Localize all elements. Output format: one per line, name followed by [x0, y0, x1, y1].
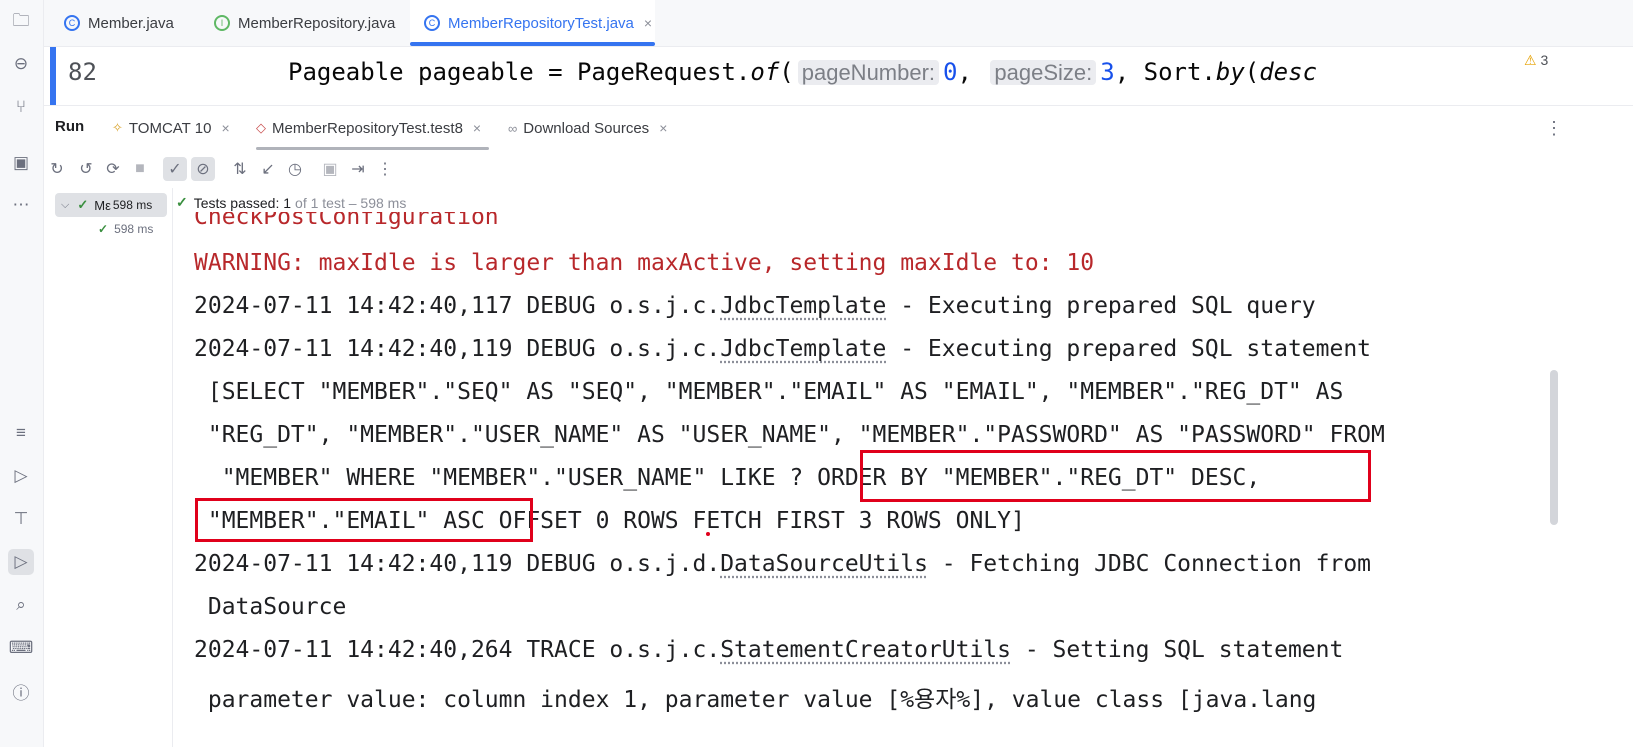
test-tree-child[interactable]: ✓ 598 ms	[98, 222, 153, 236]
console-line: [SELECT "MEMBER"."SEQ" AS "SEQ", "MEMBER…	[194, 379, 1344, 405]
console-line: 2024-07-11 14:42:40,117 DEBUG o.s.j.c.Jd…	[194, 293, 1316, 319]
console-line: DataSource	[194, 594, 347, 620]
history-icon[interactable]: ◷	[283, 157, 307, 181]
export-icon[interactable]: ⇥	[346, 157, 370, 181]
chevron-down-icon[interactable]: ⌵	[61, 199, 69, 212]
run-tab-label: Download Sources	[523, 119, 650, 137]
console-line: "REG_DT", "MEMBER"."USER_NAME" AS "USER_…	[194, 422, 1385, 448]
collapse-all-icon[interactable]: ↙	[256, 157, 280, 181]
code-line[interactable]: Pageable pageable = PageRequest.of(pageN…	[288, 58, 1317, 86]
services-icon[interactable]: ▷	[10, 465, 32, 487]
console-scrollbar[interactable]	[1550, 370, 1558, 525]
console-line: parameter value: column index 1, paramet…	[194, 687, 1317, 713]
class-link[interactable]: JdbcTemplate	[720, 293, 886, 319]
tab-member-repository-java[interactable]: I MemberRepository.java	[206, 0, 403, 46]
annotation-box-email-asc	[195, 498, 533, 542]
inlay-hint-page-size: pageSize:	[990, 60, 1097, 85]
annotation-box-order-by	[860, 450, 1371, 502]
rerun-icon[interactable]: ↻	[45, 157, 69, 181]
more-options-icon[interactable]: ⋮	[1545, 118, 1563, 139]
sort-icon[interactable]: ⇅	[228, 157, 252, 181]
search-icon[interactable]: ⌕	[10, 594, 32, 616]
commit-icon[interactable]: ⊖	[10, 53, 32, 75]
passed-check-icon: ✓	[98, 222, 109, 236]
console-line: 2024-07-11 14:42:40,119 DEBUG o.s.j.c.Jd…	[194, 336, 1372, 362]
test-tree	[44, 188, 173, 747]
warnings-indicator[interactable]: ⚠ 3	[1524, 52, 1548, 69]
passed-check-icon: ✓	[176, 194, 188, 210]
test-duration: 598 ms	[112, 198, 153, 212]
interface-icon: I	[214, 15, 230, 31]
tomcat-icon: ✧	[112, 120, 123, 135]
test-tree-root-label: Mε	[94, 197, 111, 213]
test-tree-root[interactable]: ⌵ ✓ Mε 598 ms	[55, 193, 167, 217]
structure-icon[interactable]: ▣	[10, 152, 32, 174]
inlay-hint-page-number: pageNumber:	[797, 60, 940, 85]
tool-window-rail: 🗀 ⊖ ⑂ ▣ ⋯ ≡ ▷ ⊤ ▷ ⌕ ⌨ ⓘ	[0, 0, 44, 747]
tab-label: MemberRepository.java	[238, 14, 396, 32]
class-link[interactable]: StatementCreatorUtils	[720, 637, 1011, 663]
test-status: ✓ Tests passed: 1 of 1 test – 598 ms	[176, 194, 407, 211]
run-icon[interactable]: ▷	[8, 549, 34, 575]
screenshot-icon[interactable]: ▣	[318, 157, 342, 181]
build-hammer-icon[interactable]: ⊤	[10, 508, 32, 530]
layers-icon[interactable]: ≡	[10, 422, 32, 444]
test-duration: 598 ms	[114, 222, 154, 236]
show-passed-icon[interactable]: ✓	[163, 157, 187, 181]
run-tab-test8[interactable]: ◇ MemberRepositoryTest.test8 ×	[256, 106, 490, 150]
project-folder-icon[interactable]: 🗀	[10, 11, 32, 33]
tab-member-java[interactable]: C Member.java	[56, 0, 182, 46]
run-tab-label: MemberRepositoryTest.test8	[272, 119, 463, 137]
toolbar-more-icon[interactable]: ⋮	[373, 157, 397, 181]
close-tab-icon[interactable]: ×	[473, 120, 481, 136]
run-window-title: Run	[55, 118, 85, 135]
current-line-marker	[50, 47, 56, 105]
console-line: 2024-07-11 14:42:40,264 TRACE o.s.j.c.St…	[194, 637, 1344, 663]
link-icon: ∞	[508, 120, 518, 136]
warning-count: 3	[1540, 52, 1549, 68]
console-line: WARNING: maxIdle is larger than maxActiv…	[194, 250, 1095, 276]
rerun-failed-icon[interactable]: ↺	[74, 157, 98, 181]
close-tab-icon[interactable]: ×	[221, 120, 229, 136]
close-tab-icon[interactable]: ×	[644, 15, 652, 31]
run-tab-tomcat[interactable]: ✧ TOMCAT 10 ×	[112, 106, 230, 150]
test-run-icon: ◇	[256, 120, 266, 135]
pull-requests-icon[interactable]: ⑂	[10, 96, 32, 118]
run-tab-download-sources[interactable]: ∞ Download Sources ×	[508, 106, 667, 150]
cursor-dot	[706, 532, 710, 536]
terminal-icon[interactable]: ⌨	[9, 637, 34, 659]
run-tab-label: TOMCAT 10	[128, 119, 212, 137]
problems-icon[interactable]: ⓘ	[10, 680, 32, 703]
test-class-icon: C	[424, 15, 440, 31]
close-tab-icon[interactable]: ×	[659, 120, 667, 136]
show-ignored-icon[interactable]: ⊘	[191, 157, 215, 181]
class-icon: C	[64, 15, 80, 31]
stop-icon[interactable]: ■	[128, 157, 152, 181]
class-link[interactable]: JdbcTemplate	[720, 336, 886, 362]
more-tools-icon[interactable]: ⋯	[10, 194, 32, 216]
console-line: CheckPostConfiguration	[194, 212, 499, 230]
rerun-auto-icon[interactable]: ⟳	[101, 157, 125, 181]
tab-member-repository-test-java[interactable]: C MemberRepositoryTest.java ×	[410, 0, 655, 46]
tab-label: Member.java	[88, 14, 174, 32]
class-link[interactable]: DataSourceUtils	[720, 551, 928, 577]
line-number: 82	[68, 58, 97, 86]
console-line: 2024-07-11 14:42:40,119 DEBUG o.s.j.d.Da…	[194, 551, 1372, 577]
tab-label: MemberRepositoryTest.java	[448, 14, 634, 32]
warning-icon: ⚠	[1524, 52, 1537, 68]
passed-check-icon: ✓	[77, 197, 89, 212]
